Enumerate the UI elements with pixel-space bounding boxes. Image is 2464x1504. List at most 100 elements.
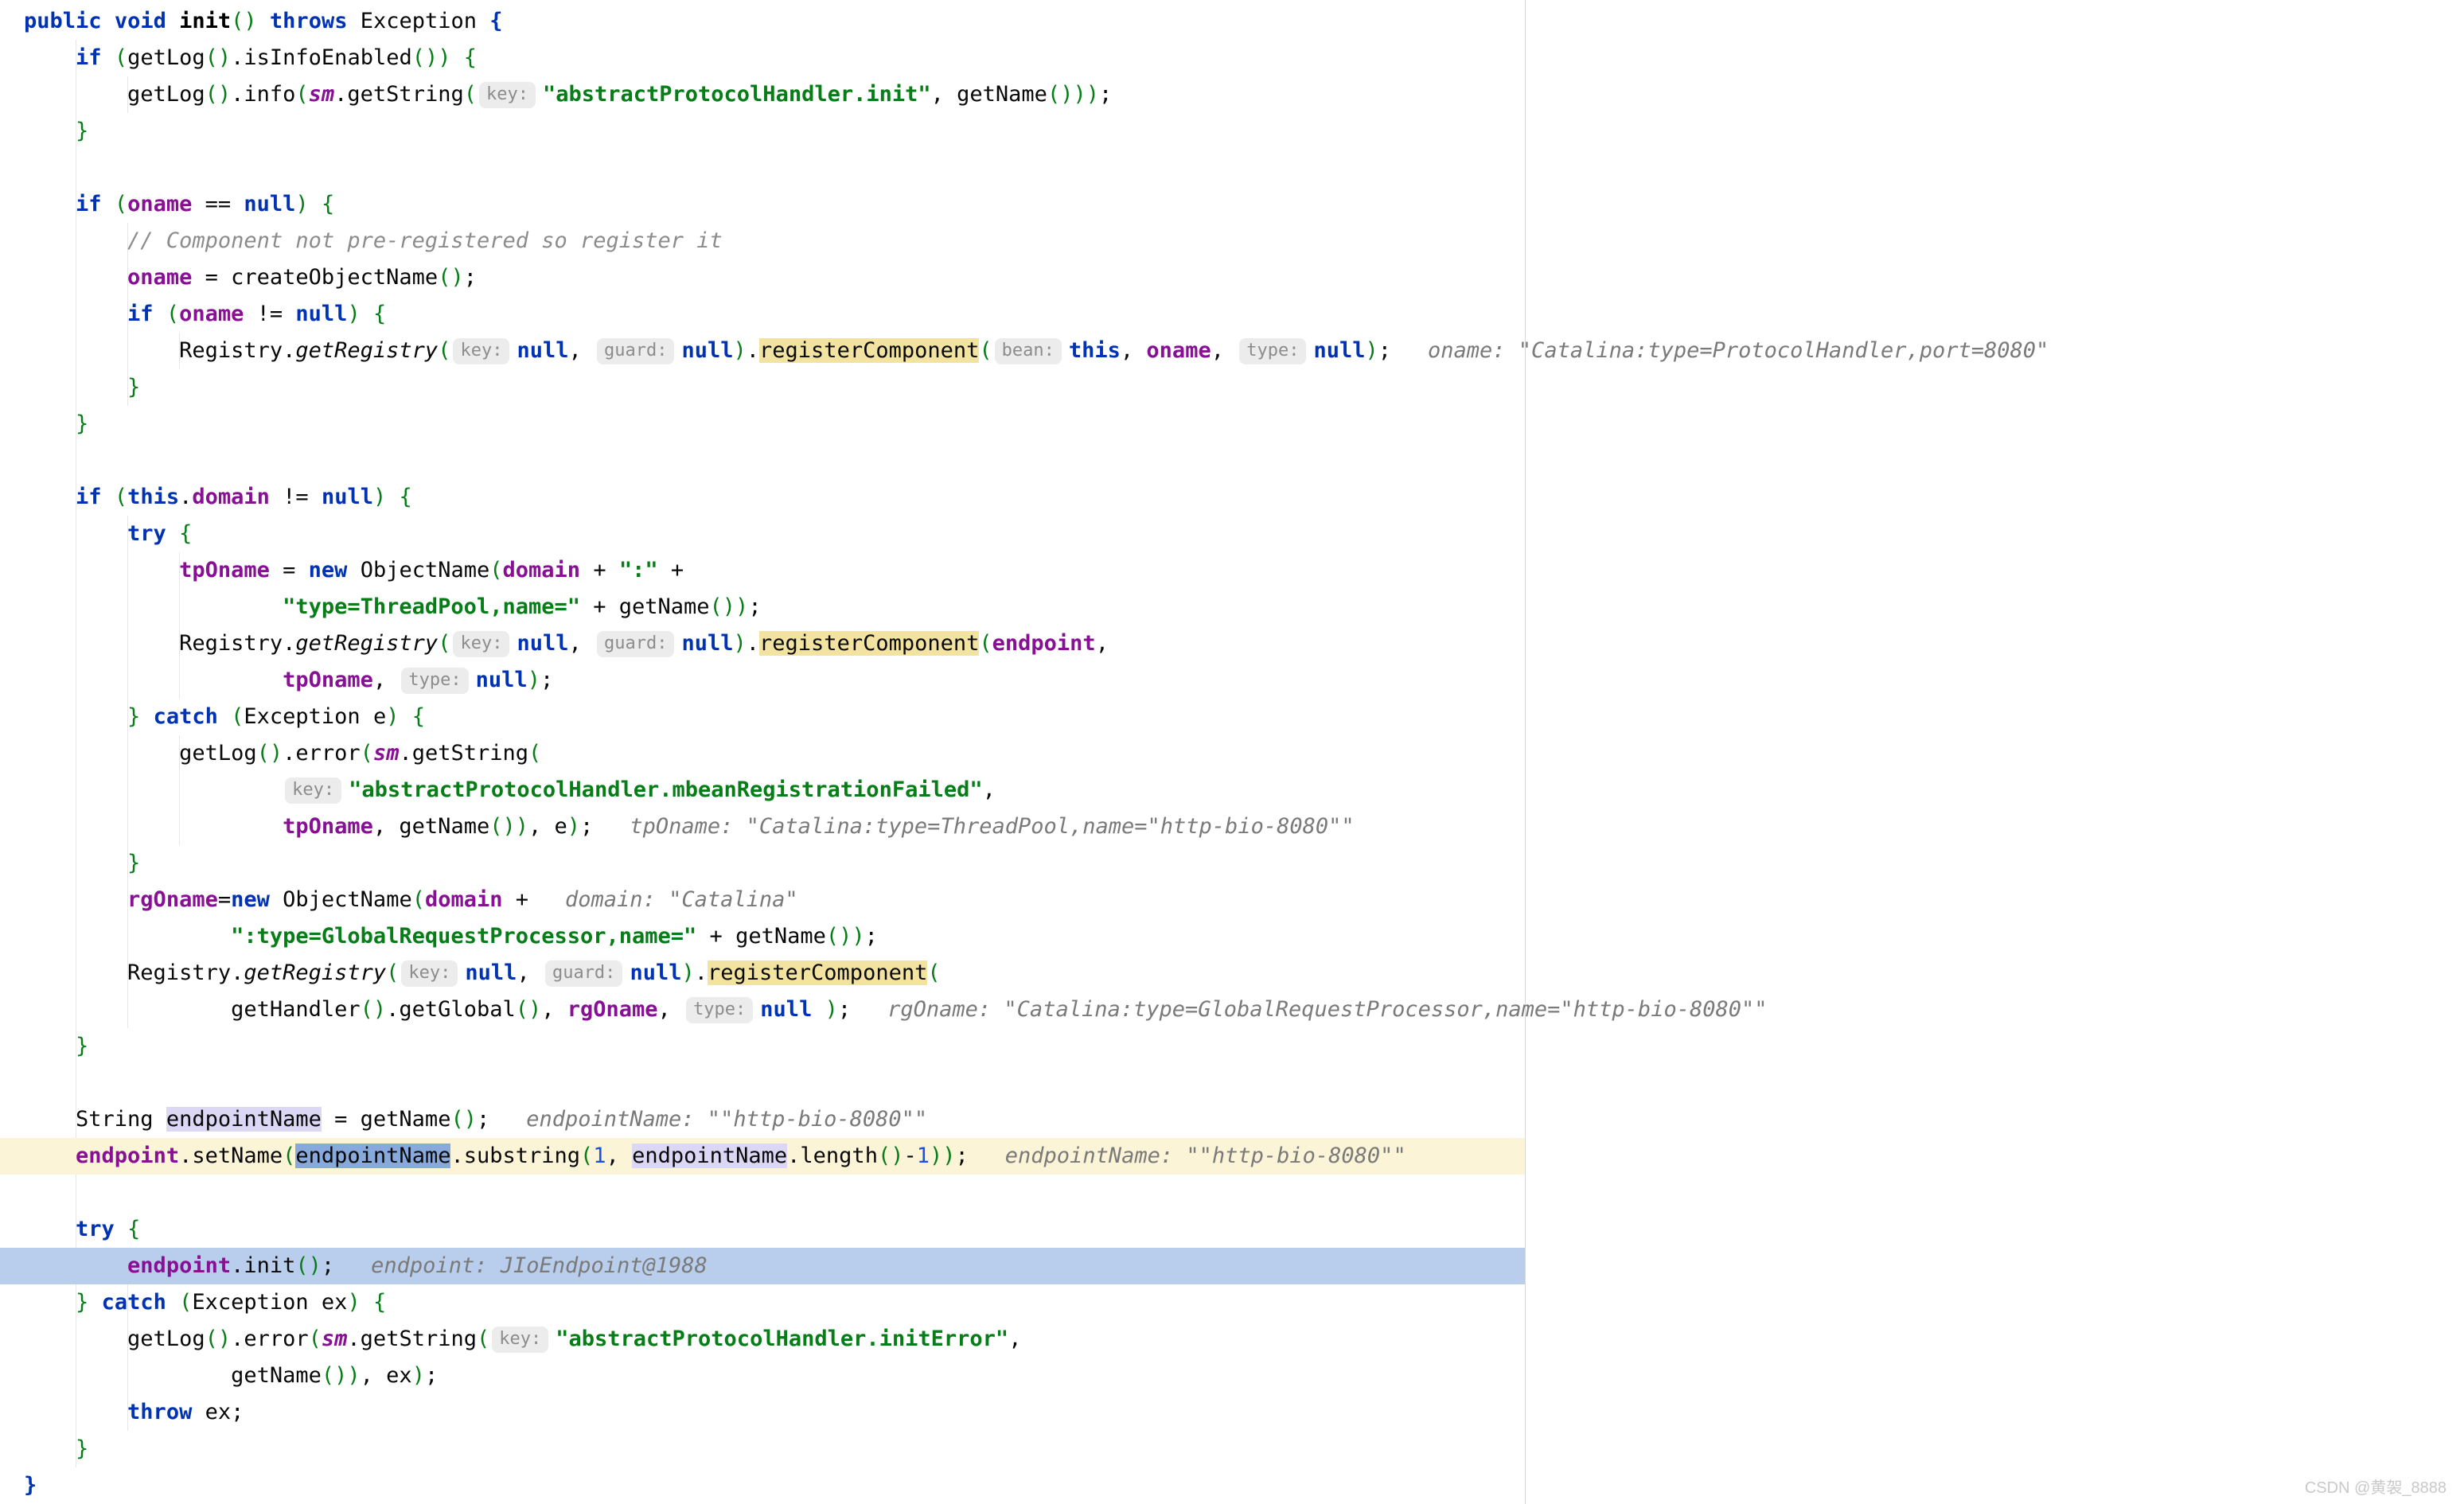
code-token: , [568,631,595,656]
code-token: ()) [489,814,528,839]
code-token: ( [464,82,477,107]
code-token: } [76,1436,88,1461]
code-token: = [218,887,231,912]
code-token: ) [567,814,580,839]
code-token [140,704,153,729]
code-token [361,1290,373,1315]
code-token: endpoint [127,1253,231,1278]
code-token [115,1217,127,1241]
code-token [24,704,127,729]
code-token: { [373,302,386,326]
code-token: () [361,997,387,1022]
code-line: public void init() throws Exception { [0,3,2464,40]
code-token: null [1313,338,1365,363]
code-token [24,192,76,216]
code-line [0,442,2464,479]
code-token [154,302,166,326]
code-token: ; [580,814,593,839]
code-line: } catch (Exception e) { [0,699,2464,735]
code-token: catch [154,704,218,729]
code-token: ; [838,997,851,1022]
code-token: throws [270,9,348,33]
code-line [0,150,2464,186]
code-line: } [0,1431,2464,1467]
code-token: , [658,997,684,1022]
code-token: getRegistry [295,338,438,363]
code-token [102,192,115,216]
code-token [812,997,825,1022]
highlighted-usage-token: registerComponent [759,631,979,656]
code-token: .error [283,741,361,766]
code-token: domain [192,485,270,509]
code-token: ; [425,1363,438,1388]
code-token: () [516,997,542,1022]
inline-debug-value: tpOname: "Catalina:type=ThreadPool,name=… [630,814,1354,839]
code-editor[interactable]: public void init() throws Exception { if… [0,0,2464,1504]
code-line: if (this.domain != null) { [0,479,2464,516]
code-token: endpoint [76,1144,179,1168]
code-token: () [205,1327,232,1351]
code-token: getName [24,1363,322,1388]
param-hint-chip: key: [401,960,458,987]
code-token [309,192,322,216]
param-hint-chip: guard: [545,960,622,987]
code-token: ) [734,631,747,656]
code-token: rgOname [127,887,218,912]
code-token: null [476,668,528,692]
code-token: , e [528,814,567,839]
code-token [24,1217,76,1241]
code-token: null [322,485,373,509]
code-token: ) [528,668,540,692]
code-token [386,485,399,509]
code-line: try { [0,1211,2464,1248]
code-line: tpOname, getName()), e);tpOname: "Catali… [0,808,2464,845]
code-token: ( [179,1290,192,1315]
code-token: null [760,997,812,1022]
code-token: Registry. [24,960,244,985]
code-token: 1 [593,1144,606,1168]
code-token: tpOname [283,668,373,692]
code-token: this [1069,338,1121,363]
code-token: } [24,1473,37,1498]
code-token: + [580,558,619,583]
code-token [88,1290,101,1315]
code-token: catch [102,1290,166,1315]
code-token: rgOname [567,997,658,1022]
code-token: .isInfoEnabled [231,45,412,70]
watermark: CSDN @黄袈_8888 [2305,1475,2446,1498]
code-token [24,45,76,70]
code-line: if (oname != null) { [0,296,2464,333]
code-token: == [192,192,244,216]
code-token: null [465,960,517,985]
code-token: ( [438,631,450,656]
code-token: ; [540,668,553,692]
code-line: Registry.getRegistry(key:null, guard:nul… [0,333,2464,369]
code-token [24,924,231,949]
inline-debug-value: endpointName: ""http-bio-8080"" [1005,1144,1406,1168]
code-token: ) [1365,338,1378,363]
code-line: getHandler().getGlobal(), rgOname, type:… [0,992,2464,1028]
code-token: Registry. [24,338,295,363]
code-token: .substring [450,1144,580,1168]
code-token: .getString [399,741,528,766]
code-token: getLog [24,741,257,766]
code-token: { [464,45,477,70]
param-hint-chip: key: [479,82,536,108]
highlighted-usage-token: registerComponent [708,960,927,985]
code-token [102,45,115,70]
code-token [24,119,76,143]
code-token: Registry. [24,631,295,656]
caret-line: endpoint.setName(endpointName.substring(… [0,1138,2464,1175]
code-line: } [0,369,2464,406]
code-token [24,1144,76,1168]
code-line: } [0,1467,2464,1504]
code-line: getName()), ex); [0,1358,2464,1394]
code-token: ":type=GlobalRequestProcessor,name=" [231,924,696,949]
code-token: ) [295,192,308,216]
code-token: + [658,558,684,583]
code-token [24,265,127,290]
code-token: oname [127,192,192,216]
code-token: tpOname [179,558,270,583]
code-token: "type=ThreadPool,name=" [283,594,580,619]
code-line: rgOname=new ObjectName(domain +domain: "… [0,882,2464,918]
